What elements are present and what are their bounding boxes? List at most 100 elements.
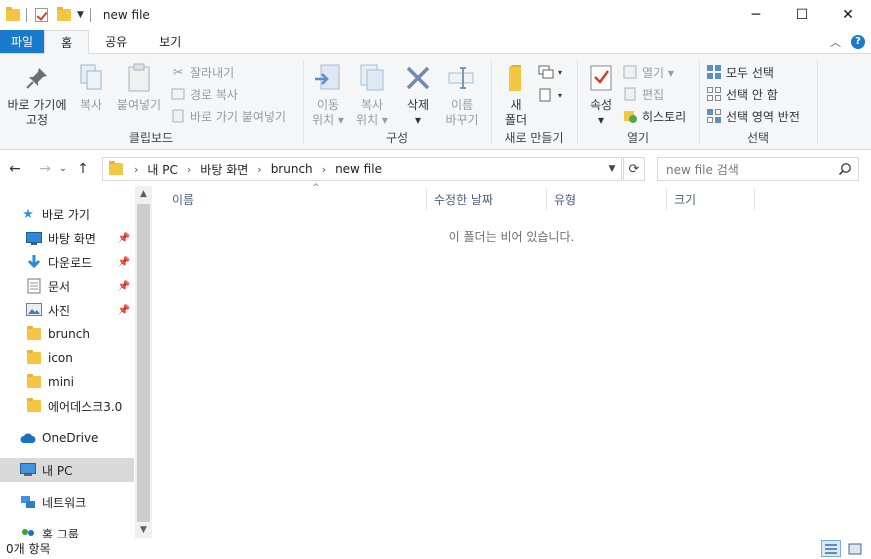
recent-locations-chevron-icon[interactable]: ⌄ xyxy=(56,157,70,181)
tab-home[interactable]: 홈 xyxy=(44,30,90,54)
column-header-type[interactable]: 유형 xyxy=(554,186,666,212)
properties-check-icon[interactable] xyxy=(35,8,48,22)
homegroup-icon xyxy=(20,526,36,538)
column-divider[interactable] xyxy=(426,188,427,210)
minimize-button[interactable]: ─ xyxy=(733,0,779,30)
scissors-icon: ✂ xyxy=(172,65,184,79)
delete-button[interactable]: 삭제 ▾ xyxy=(400,62,436,128)
move-to-button[interactable]: 이동 위치 ▾ xyxy=(308,62,348,128)
copy-to-label: 복사 위치 ▾ xyxy=(356,98,388,127)
paste-button[interactable]: 붙여넣기 xyxy=(112,62,166,113)
tab-file[interactable]: 파일 xyxy=(0,30,45,53)
pin-icon[interactable]: 📌 xyxy=(118,305,130,316)
refresh-button[interactable]: ⟳ xyxy=(623,157,645,181)
back-button[interactable]: ← xyxy=(4,157,26,181)
breadcrumb-separator-icon[interactable]: › xyxy=(187,163,191,176)
select-none-button[interactable]: 선택 안 함 xyxy=(706,84,778,104)
select-all-button[interactable]: 모두 선택 xyxy=(706,62,774,82)
breadcrumb-separator-icon[interactable]: › xyxy=(322,163,326,176)
copy-path-button[interactable]: 경로 복사 xyxy=(170,84,238,104)
nav-item-homegroup[interactable]: 홈 그룹 xyxy=(0,522,134,538)
scroll-up-chevron-icon[interactable]: ▲ xyxy=(135,186,152,202)
cut-button[interactable]: ✂ 잘라내기 xyxy=(170,62,234,82)
nav-item-onedrive[interactable]: OneDrive xyxy=(0,426,134,450)
edit-button[interactable]: 편집 xyxy=(622,84,664,104)
nav-item-label: 다운로드 xyxy=(48,255,93,270)
nav-item-quick-access[interactable]: ★ 바로 가기 xyxy=(0,202,134,226)
copy-button[interactable]: 복사 xyxy=(74,62,108,113)
breadcrumb-item[interactable]: 바탕 화면 xyxy=(200,161,248,178)
address-bar[interactable]: › 내 PC › 바탕 화면 › brunch › new file ▼ xyxy=(102,157,622,181)
column-divider[interactable] xyxy=(666,188,667,210)
paste-shortcut-button[interactable]: 바로 가기 붙여넣기 xyxy=(170,106,286,126)
scrollbar-thumb[interactable] xyxy=(137,204,150,522)
column-header-size[interactable]: 크기 xyxy=(674,186,754,212)
folder-icon[interactable] xyxy=(6,7,20,21)
copy-to-button[interactable]: 복사 위치 ▾ xyxy=(352,62,392,128)
rename-button[interactable]: 이름 바꾸기 xyxy=(442,62,482,128)
column-header-date[interactable]: 수정한 날짜 xyxy=(434,186,546,212)
history-button[interactable]: 히스토리 xyxy=(622,106,686,126)
quick-access-toolbar: ▼ xyxy=(0,0,97,30)
breadcrumb-item[interactable]: new file xyxy=(335,162,382,176)
column-header-type-label: 유형 xyxy=(554,192,577,207)
large-icons-view-icon[interactable] xyxy=(845,540,865,557)
edit-label: 편집 xyxy=(642,87,665,102)
customize-toolbar-chevron-icon[interactable]: ▼ xyxy=(77,10,84,20)
close-button[interactable]: ✕ xyxy=(825,0,871,30)
new-folder-icon[interactable] xyxy=(57,7,71,21)
easy-access-button[interactable]: ▾ xyxy=(538,85,562,105)
file-list[interactable]: 이름 ^ 수정한 날짜 유형 크기 이 폴더는 비어 있습니다. xyxy=(152,183,871,538)
nav-item-airdesk[interactable]: 에어데스크3.0 xyxy=(0,394,134,418)
column-divider[interactable] xyxy=(754,188,755,210)
invert-selection-label: 선택 영역 반전 xyxy=(726,109,800,124)
nav-item-mini[interactable]: mini xyxy=(0,370,134,394)
collapse-ribbon-chevron-icon[interactable]: ︿ xyxy=(830,34,841,50)
nav-item-network[interactable]: 네트워크 xyxy=(0,490,134,514)
breadcrumb-item[interactable]: brunch xyxy=(271,162,313,176)
details-view-icon[interactable] xyxy=(821,540,841,557)
help-icon[interactable]: ? xyxy=(851,34,865,49)
breadcrumb-separator-icon[interactable]: › xyxy=(257,163,261,176)
nav-item-brunch[interactable]: brunch xyxy=(0,322,134,346)
breadcrumb-item[interactable]: 내 PC xyxy=(147,161,177,178)
copy-label: 복사 xyxy=(79,98,103,112)
nav-item-icon[interactable]: icon xyxy=(0,346,134,370)
title-bar: ▼ new file ─ ☐ ✕ xyxy=(0,0,871,30)
tab-view[interactable]: 보기 xyxy=(143,30,197,53)
nav-item-this-pc[interactable]: 내 PC xyxy=(0,458,134,482)
navigation-bar: ← → ⌄ ↑ › 내 PC › 바탕 화면 › brunch › new fi… xyxy=(0,155,871,183)
new-folder-button[interactable]: 새 폴더 xyxy=(496,62,536,128)
open-button[interactable]: 열기 ▾ xyxy=(622,62,674,82)
tab-share[interactable]: 공유 xyxy=(89,30,143,53)
window-title: new file xyxy=(102,8,150,22)
nav-item-label: 네트워크 xyxy=(42,495,87,510)
nav-scrollbar[interactable]: ▲ ▼ xyxy=(135,186,152,538)
nav-item-documents[interactable]: 문서 📌 xyxy=(0,274,134,298)
window-controls: ─ ☐ ✕ xyxy=(733,0,871,30)
search-input[interactable]: new file 검색 xyxy=(657,157,859,181)
nav-item-desktop[interactable]: 바탕 화면 📌 xyxy=(0,226,134,250)
navigation-pane: ★ 바로 가기 바탕 화면 📌 다운로드 📌 문서 📌 사진 📌 brunch … xyxy=(0,186,152,538)
scroll-down-chevron-icon[interactable]: ▼ xyxy=(135,522,152,538)
nav-item-pictures[interactable]: 사진 📌 xyxy=(0,298,134,322)
pin-quick-access-button[interactable]: 바로 가기에 고정 xyxy=(2,62,72,128)
nav-item-downloads[interactable]: 다운로드 📌 xyxy=(0,250,134,274)
up-button[interactable]: ↑ xyxy=(72,157,94,181)
new-item-button[interactable]: ▾ xyxy=(538,62,562,82)
address-history-chevron-icon[interactable]: ▼ xyxy=(603,158,621,180)
search-icon xyxy=(838,162,852,176)
invert-selection-button[interactable]: 선택 영역 반전 xyxy=(706,106,800,126)
pin-icon[interactable]: 📌 xyxy=(118,233,130,244)
column-divider[interactable] xyxy=(546,188,547,210)
pin-icon[interactable]: 📌 xyxy=(118,281,130,292)
pin-icon xyxy=(21,62,53,94)
maximize-button[interactable]: ☐ xyxy=(779,0,825,30)
paste-shortcut-label: 바로 가기 붙여넣기 xyxy=(190,109,286,124)
organize-group-label: 구성 xyxy=(385,131,409,145)
forward-button[interactable]: → xyxy=(34,157,56,181)
column-header-size-label: 크기 xyxy=(674,192,697,207)
pin-icon[interactable]: 📌 xyxy=(118,257,130,268)
properties-button[interactable]: 속성 ▾ xyxy=(582,62,620,128)
column-header-name[interactable]: 이름 ^ xyxy=(172,183,426,212)
